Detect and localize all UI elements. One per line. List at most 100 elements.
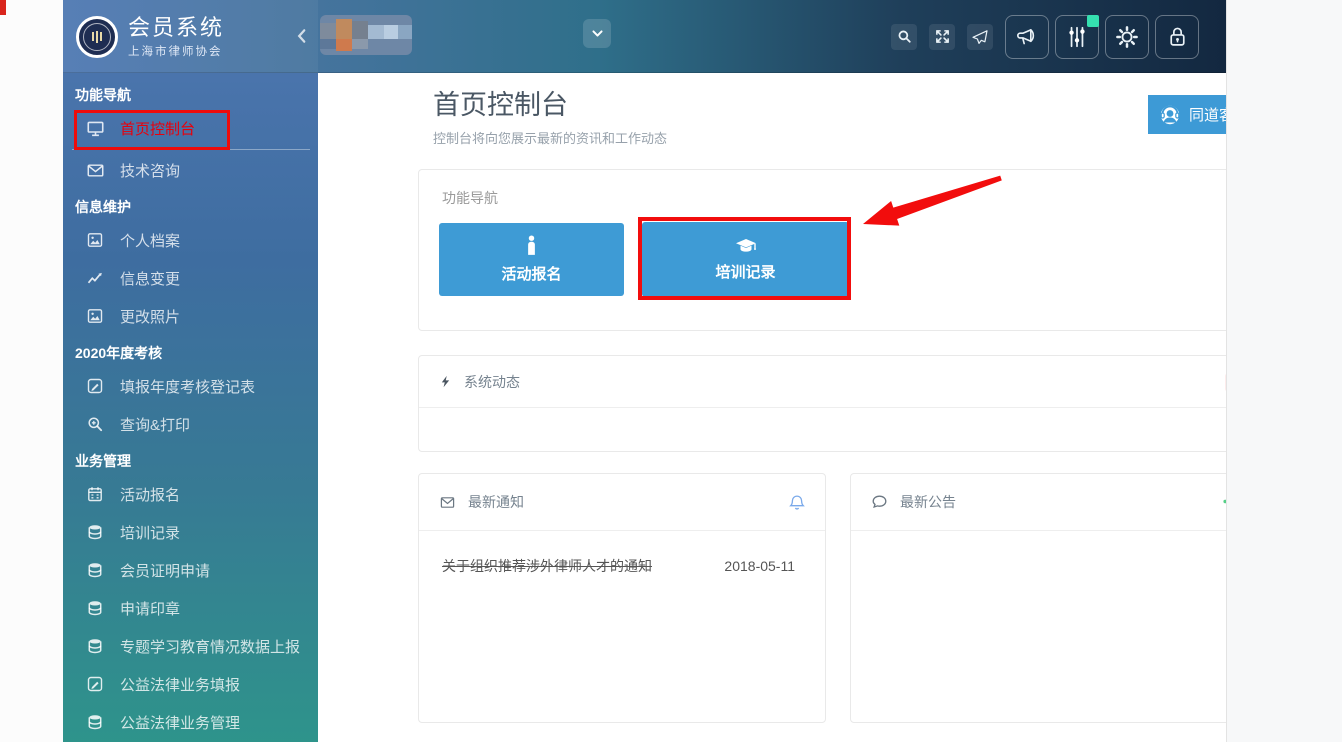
tile-activity-label: 活动报名 [501, 263, 561, 284]
notice-title: 关于组织推荐涉外律师人才的通知 [442, 556, 652, 576]
sidebar-item-label: 查询&打印 [120, 414, 190, 435]
system-feed-card: 系统动态 [418, 355, 1226, 452]
announcement-megaphone-icon[interactable] [1221, 494, 1226, 510]
sidebar-item-label: 专题学习教育情况数据上报 [120, 636, 300, 657]
page-subtitle: 控制台将向您展示最新的资讯和工作动态 [433, 128, 667, 147]
tile-activity-signup[interactable]: 活动报名 [439, 223, 624, 296]
gear-button[interactable] [1105, 15, 1149, 59]
search-plus-icon [86, 416, 105, 433]
chevron-left-icon [293, 27, 311, 45]
support-service-button[interactable]: 同道客服 [1148, 95, 1226, 134]
tile-training-records[interactable]: 培训记录 [642, 222, 849, 297]
sliders-icon [1065, 25, 1089, 49]
database-icon [86, 600, 105, 617]
image-icon [86, 308, 105, 325]
paper-plane-icon [972, 29, 988, 45]
sidebar-item-3-1[interactable]: 培训记录 [63, 513, 318, 551]
megaphone-button[interactable] [1005, 15, 1049, 59]
grad-cap-icon [735, 238, 757, 254]
sidebar-item-label: 培训记录 [120, 522, 180, 543]
database-icon [86, 638, 105, 655]
support-service-label: 同道客服 [1189, 104, 1226, 125]
database-icon [86, 524, 105, 541]
brand-subtitle: 上海市律师协会 [128, 43, 224, 59]
sidebar-item-label: 更改照片 [120, 306, 180, 327]
system-feed-label: 系统动态 [464, 372, 520, 392]
brand-area: 会员系统 上海市律师协会 [63, 0, 318, 73]
nav-divider [72, 149, 310, 150]
database-icon [86, 714, 105, 731]
bolt-icon [439, 374, 452, 389]
page-title: 首页控制台 [433, 87, 568, 123]
notification-badge [1087, 15, 1099, 27]
sidebar-item-2-1[interactable]: 查询&打印 [63, 405, 318, 443]
pencil-icon [86, 378, 105, 395]
envelope-icon [439, 495, 456, 510]
sidebar-item-3-4[interactable]: 专题学习教育情况数据上报 [63, 627, 318, 665]
tile-training-label: 培训记录 [715, 261, 775, 282]
latest-announcements-label: 最新公告 [900, 492, 956, 512]
sidebar-section-label: 2020年度考核 [75, 343, 318, 363]
sidebar-item-0-1[interactable]: 技术咨询 [63, 151, 318, 189]
sidebar-item-label: 信息变更 [120, 268, 180, 289]
chevron-down-icon [591, 27, 604, 40]
expand-button[interactable] [929, 24, 955, 50]
sidebar-item-label: 会员证明申请 [120, 560, 210, 581]
expand-icon [935, 29, 950, 44]
sidebar-item-label: 填报年度考核登记表 [120, 376, 255, 397]
sidebar-section-label: 功能导航 [75, 85, 318, 105]
sidebar-item-1-0[interactable]: 个人档案 [63, 221, 318, 259]
lock-button[interactable] [1155, 15, 1199, 59]
sidebar-item-0-0[interactable]: 首页控制台 [63, 109, 318, 147]
notice-list-item[interactable]: 关于组织推荐涉外律师人才的通知 2018-05-11 [442, 556, 795, 576]
sidebar-item-3-0[interactable]: 活动报名 [63, 475, 318, 513]
top-bar: 会员系统 上海市律师协会 [63, 0, 1226, 73]
latest-notices-label: 最新通知 [468, 492, 524, 512]
person-icon [524, 235, 539, 256]
app-window: 会员系统 上海市律师协会 功 [63, 0, 1226, 742]
brand-title: 会员系统 [128, 15, 224, 41]
bell-icon[interactable] [789, 494, 805, 511]
sidebar-item-label: 首页控制台 [120, 118, 195, 139]
sidebar-item-2-0[interactable]: 填报年度考核登记表 [63, 367, 318, 405]
sliders-button[interactable] [1055, 15, 1099, 59]
user-name-redacted[interactable] [320, 15, 412, 55]
main-content: 首页控制台 控制台将向您展示最新的资讯和工作动态 同道客服 功能导航 活动报 [381, 73, 1226, 742]
bar-chart-icon[interactable] [1225, 374, 1226, 391]
pixelated-mosaic [320, 15, 412, 55]
chart-line-icon [86, 270, 105, 287]
quick-nav-card: 功能导航 活动报名 培训记录 [418, 169, 1226, 331]
search-button[interactable] [891, 24, 917, 50]
sidebar-item-3-2[interactable]: 会员证明申请 [63, 551, 318, 589]
association-logo [76, 16, 118, 58]
notice-date: 2018-05-11 [724, 558, 795, 574]
corner-red-mark [0, 0, 6, 15]
calendar-icon [86, 486, 105, 503]
pencil-icon [86, 676, 105, 693]
screenshot-left-margin [0, 0, 63, 742]
sidebar-item-3-6[interactable]: 公益法律业务管理 [63, 703, 318, 741]
user-dropdown-button[interactable] [583, 19, 611, 48]
sidebar-item-label: 申请印章 [120, 598, 180, 619]
sidebar-item-3-5[interactable]: 公益法律业务填报 [63, 665, 318, 703]
search-icon [897, 29, 912, 44]
screenshot-right-margin [1226, 0, 1342, 742]
gear-icon [1115, 25, 1139, 49]
sidebar-section-label: 业务管理 [75, 451, 318, 471]
quick-nav-card-label: 功能导航 [442, 188, 498, 208]
latest-notices-card: 最新通知 关于组织推荐涉外律师人才的通知 2018-05-11 [418, 473, 826, 723]
sidebar-section-label: 信息维护 [75, 197, 318, 217]
sidebar-item-1-1[interactable]: 信息变更 [63, 259, 318, 297]
latest-announcements-card: 最新公告 [850, 473, 1226, 723]
sidebar-item-label: 活动报名 [120, 484, 180, 505]
sidebar-item-1-2[interactable]: 更改照片 [63, 297, 318, 335]
paper-plane-button[interactable] [967, 24, 993, 50]
image-icon [86, 232, 105, 249]
topbar-action-buttons [891, 0, 1205, 73]
database-icon [86, 562, 105, 579]
sidebar-collapse-button[interactable] [293, 27, 311, 45]
envelope-icon [86, 162, 105, 179]
sidebar-item-3-3[interactable]: 申请印章 [63, 589, 318, 627]
chat-bubble-icon [871, 494, 888, 510]
sidebar-item-label: 个人档案 [120, 230, 180, 251]
